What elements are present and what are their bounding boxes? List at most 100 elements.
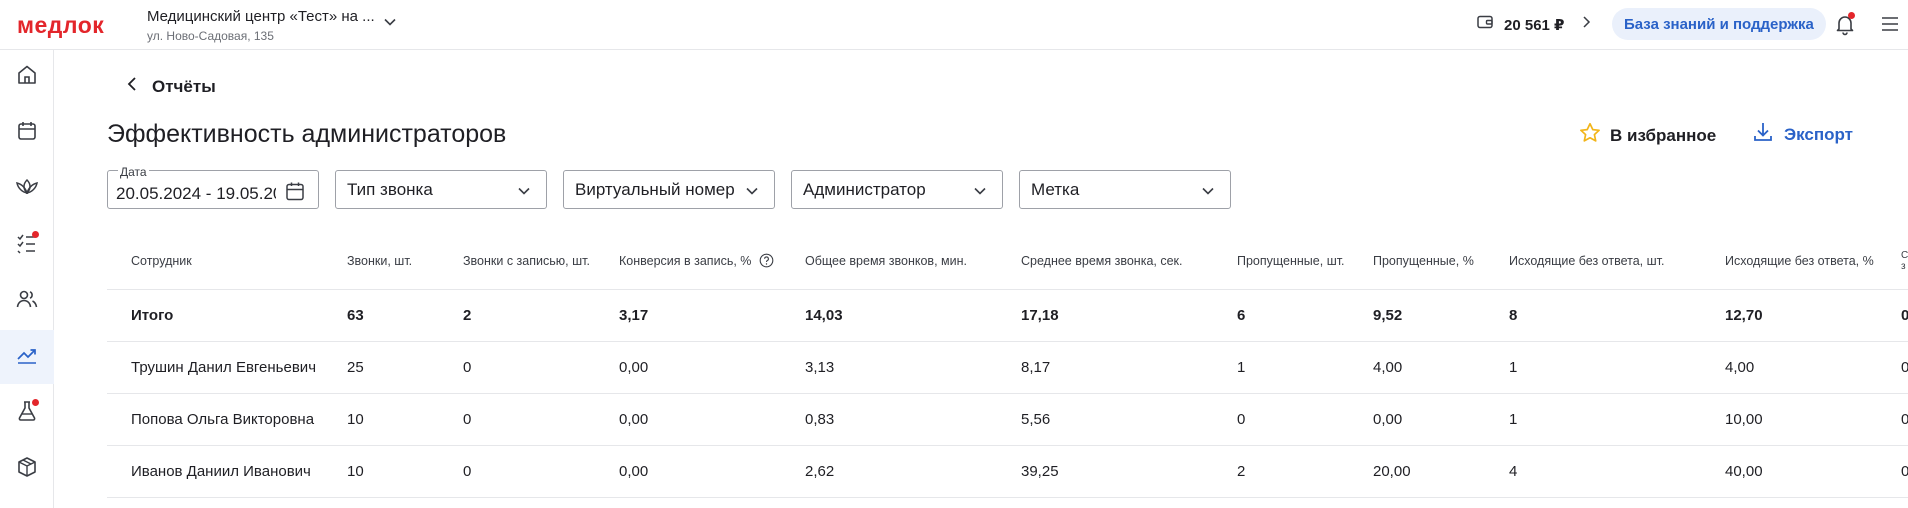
total-cell: 14,03 bbox=[805, 307, 843, 324]
total-cell: 9,52 bbox=[1373, 307, 1403, 324]
favorites-label: В избранное bbox=[1610, 125, 1717, 145]
lab-badge-dot bbox=[32, 398, 39, 406]
lotus-icon bbox=[14, 175, 40, 204]
table-cell: 0 bbox=[463, 463, 472, 480]
download-icon bbox=[1752, 121, 1774, 148]
total-cell: 8 bbox=[1509, 307, 1518, 324]
chevron-down-icon bbox=[516, 183, 532, 204]
tag-select[interactable]: Метка bbox=[1019, 170, 1231, 209]
back-label: Отчёты bbox=[152, 76, 216, 96]
table-cell: 0 bbox=[1901, 463, 1908, 480]
sidebar-item-lab[interactable] bbox=[0, 386, 54, 440]
table-cell: 2 bbox=[1237, 463, 1246, 480]
sidebar-item-warehouse[interactable] bbox=[0, 442, 54, 496]
balance-value: 20 561 ₽ bbox=[1504, 16, 1565, 34]
date-range-value: 20.05.2024 - 19.05.2025 bbox=[116, 184, 276, 203]
chevron-down-icon bbox=[744, 183, 760, 204]
box-icon bbox=[15, 455, 39, 484]
sidebar-item-tasks[interactable] bbox=[0, 218, 54, 272]
table-cell: 10 bbox=[347, 463, 364, 480]
table-cell: 4 bbox=[1509, 463, 1518, 480]
chevron-down-icon bbox=[972, 183, 988, 204]
clinic-address: ул. Ново-Садовая, 135 bbox=[147, 29, 274, 43]
column-header[interactable]: С з bbox=[1901, 232, 1908, 289]
table-cell: 0 bbox=[1237, 411, 1246, 428]
table-cell: 0,00 bbox=[619, 463, 649, 480]
column-header[interactable]: Среднее время звонка, сек. bbox=[1021, 232, 1182, 289]
employee-name: Трушин Данил Евгеньевич bbox=[131, 359, 317, 376]
table-cell: 1 bbox=[1509, 359, 1518, 376]
table-cell: 0 bbox=[1901, 411, 1908, 428]
table-cell: 25 bbox=[347, 359, 364, 376]
sidebar bbox=[0, 50, 54, 508]
sidebar-item-reports[interactable] bbox=[0, 330, 54, 384]
column-header[interactable]: Пропущенные, шт. bbox=[1237, 232, 1345, 289]
checklist-icon bbox=[15, 230, 39, 260]
call-type-select[interactable]: Тип звонка bbox=[335, 170, 547, 209]
table-cell: 1 bbox=[1509, 411, 1518, 428]
table-cell: 10 bbox=[347, 411, 364, 428]
total-cell: 2 bbox=[463, 307, 472, 324]
virtual-number-label: Виртуальный номер bbox=[575, 179, 735, 199]
chevron-down-icon[interactable] bbox=[382, 14, 398, 35]
total-cell: 3,17 bbox=[619, 307, 649, 324]
table-cell: 4,00 bbox=[1373, 359, 1403, 376]
sidebar-item-calendar[interactable] bbox=[0, 106, 54, 160]
table-cell: 0,00 bbox=[619, 359, 649, 376]
table-cell: 5,56 bbox=[1021, 411, 1051, 428]
column-header[interactable]: Звонки, шт. bbox=[347, 232, 412, 289]
column-header[interactable]: Сотрудник bbox=[131, 232, 192, 289]
table-cell: 0,83 bbox=[805, 411, 835, 428]
table-total-row: Итого 63 2 3,17 14,03 17,18 6 9,52 8 12,… bbox=[107, 290, 1908, 342]
table-cell: 0 bbox=[463, 359, 472, 376]
column-header[interactable]: Конверсия в запись, % bbox=[619, 232, 774, 289]
export-button[interactable]: Экспорт bbox=[1752, 121, 1853, 148]
tasks-badge-dot bbox=[32, 230, 39, 238]
table-cell: 4,00 bbox=[1725, 359, 1755, 376]
table-cell: 40,00 bbox=[1725, 463, 1763, 480]
administrator-label: Администратор bbox=[803, 179, 926, 199]
sidebar-item-patients[interactable] bbox=[0, 274, 54, 328]
wallet-icon bbox=[1476, 13, 1494, 36]
administrator-select[interactable]: Администратор bbox=[791, 170, 1003, 209]
total-cell: Итого bbox=[131, 307, 174, 324]
clinic-selector[interactable]: Медицинский центр «Тест» на ... ул. Ново… bbox=[147, 8, 375, 43]
notification-dot bbox=[1848, 12, 1855, 19]
table-cell: 8,17 bbox=[1021, 359, 1051, 376]
sidebar-item-home[interactable] bbox=[0, 50, 54, 104]
table-row[interactable]: Попова Ольга Викторовна 10 0 0,00 0,83 5… bbox=[107, 394, 1908, 446]
table-row[interactable]: Иванов Даниил Иванович 10 0 0,00 2,62 39… bbox=[107, 446, 1908, 498]
star-icon bbox=[1578, 121, 1602, 150]
sidebar-item-services[interactable] bbox=[0, 162, 54, 216]
help-icon[interactable] bbox=[759, 253, 774, 268]
column-header[interactable]: Звонки с записью, шт. bbox=[463, 232, 590, 289]
calendar-icon bbox=[15, 119, 39, 148]
chevron-right-icon bbox=[1580, 15, 1592, 34]
table-cell: 20,00 bbox=[1373, 463, 1411, 480]
employee-name: Попова Ольга Викторовна bbox=[131, 411, 315, 428]
clinic-name: Медицинский центр «Тест» на ... bbox=[147, 8, 375, 25]
table-cell: 1 bbox=[1237, 359, 1246, 376]
bell-icon[interactable] bbox=[1833, 12, 1857, 41]
balance-widget[interactable]: 20 561 ₽ bbox=[1476, 13, 1592, 36]
table-row[interactable]: Трушин Данил Евгеньевич 25 0 0,00 3,13 8… bbox=[107, 342, 1908, 394]
column-header[interactable]: Исходящие без ответа, шт. bbox=[1509, 232, 1664, 289]
column-header[interactable]: Общее время звонков, мин. bbox=[805, 232, 967, 289]
calendar-picker-icon[interactable] bbox=[284, 180, 306, 207]
hamburger-menu-icon[interactable] bbox=[1880, 14, 1900, 39]
app-root: медлок Медицинский центр «Тест» на ... у… bbox=[0, 0, 1908, 508]
back-to-reports[interactable]: Отчёты bbox=[126, 76, 216, 97]
add-to-favorites-button[interactable]: В избранное bbox=[1578, 121, 1716, 150]
admin-efficiency-table: Сотрудник Звонки, шт. Звонки с записью, … bbox=[107, 232, 1908, 498]
trend-chart-icon bbox=[15, 343, 39, 372]
medlok-logo[interactable]: медлок bbox=[17, 12, 104, 39]
total-cell: 17,18 bbox=[1021, 307, 1059, 324]
virtual-number-select[interactable]: Виртуальный номер bbox=[563, 170, 775, 209]
top-header: медлок Медицинский центр «Тест» на ... у… bbox=[0, 0, 1908, 50]
column-header[interactable]: Пропущенные, % bbox=[1373, 232, 1474, 289]
call-type-label: Тип звонка bbox=[347, 179, 433, 199]
column-header[interactable]: Исходящие без ответа, % bbox=[1725, 232, 1874, 289]
total-cell: 12,70 bbox=[1725, 307, 1763, 324]
table-cell: 0 bbox=[1901, 359, 1908, 376]
knowledge-base-button[interactable]: База знаний и поддержка bbox=[1612, 8, 1826, 40]
